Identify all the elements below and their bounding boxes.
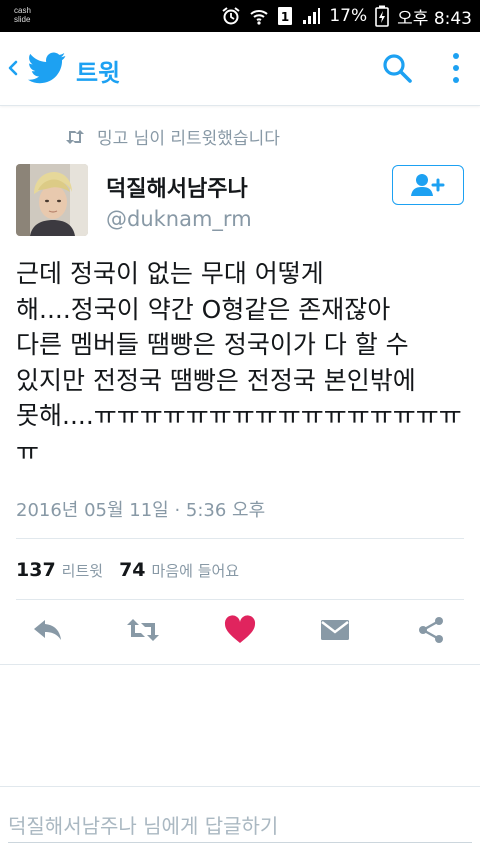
like-label[interactable]: 마음에 들어요: [152, 560, 240, 581]
share-icon[interactable]: [414, 615, 448, 645]
avatar[interactable]: [16, 164, 88, 236]
divider: [0, 664, 480, 665]
svg-text:1: 1: [281, 10, 289, 24]
wifi-icon: [250, 10, 269, 25]
clock: 오후 8:43: [397, 8, 472, 29]
message-icon[interactable]: [318, 615, 352, 645]
tweet-text: 근데 정국이 없는 무대 어떻게 해....정국이 약간 O형같은 존재잖아 다…: [16, 256, 468, 469]
status-icons: 1 17% 오후 8:43: [221, 0, 472, 32]
more-vertical-icon[interactable]: [446, 50, 466, 86]
heart-icon[interactable]: [223, 615, 257, 645]
reply-underline: [8, 842, 472, 843]
divider: [16, 599, 464, 600]
tweet-line: 해....정국이 약간 O형같은 존재잖아: [16, 294, 391, 324]
author-handle[interactable]: @duknam_rm: [106, 207, 252, 231]
retweet-icon[interactable]: [126, 615, 160, 645]
tweet-line: ㅠ: [16, 436, 40, 466]
reply-input[interactable]: 덕질해서남주나 님에게 답글하기: [8, 810, 278, 839]
alarm-icon: [222, 7, 240, 25]
retweet-label[interactable]: 리트윗: [62, 560, 103, 581]
reply-bar: 덕질해서남주나 님에게 답글하기: [0, 786, 480, 853]
tweet-line: 있지만 전정국 땜빵은 전정국 본인밖에: [16, 365, 416, 395]
search-icon[interactable]: [381, 52, 413, 84]
app-header: 트윗: [0, 32, 480, 106]
sim-icon: 1: [278, 7, 293, 25]
retweet-small-icon: [66, 129, 84, 144]
tweet-line: 못해....ㅠㅠㅠㅠㅠㅠㅠㅠㅠㅠㅠㅠㅠㅠㅠㅠ: [16, 401, 462, 430]
avatar-image: [16, 164, 88, 236]
retweet-count[interactable]: 137: [16, 559, 56, 581]
tweet-actions: [0, 607, 480, 653]
battery-percent: 17%: [329, 6, 368, 26]
tweet-timestamp: 2016년 05월 11일 · 5:36 오후: [16, 500, 266, 521]
battery-icon: [375, 5, 389, 27]
retweet-context[interactable]: 밍고 님이 리트윗했습니다: [65, 124, 280, 149]
status-bar: cash slide 1 17% 오후 8:43: [0, 0, 480, 32]
page-title: 트윗: [76, 59, 121, 87]
back-icon[interactable]: [6, 56, 20, 80]
divider: [16, 538, 464, 539]
author-name[interactable]: 덕질해서남주나: [106, 171, 248, 203]
add-user-icon: [411, 174, 445, 196]
tweet-stats: 137 리트윗 74 마음에 들어요: [16, 559, 255, 581]
like-count[interactable]: 74: [119, 559, 145, 581]
tweet-line: 다른 멤버들 땜빵은 정국이가 다 할 수: [16, 330, 409, 359]
cashslide-logo: cash slide: [14, 6, 31, 24]
reply-icon[interactable]: [31, 615, 65, 645]
twitter-bird-icon: [28, 52, 66, 84]
tweet-line: 근데 정국이 없는 무대 어떻게: [16, 259, 324, 288]
retweet-context-text: 밍고 님이 리트윗했습니다: [97, 129, 280, 149]
signal-icon: [303, 8, 321, 24]
follow-button[interactable]: [392, 165, 464, 205]
